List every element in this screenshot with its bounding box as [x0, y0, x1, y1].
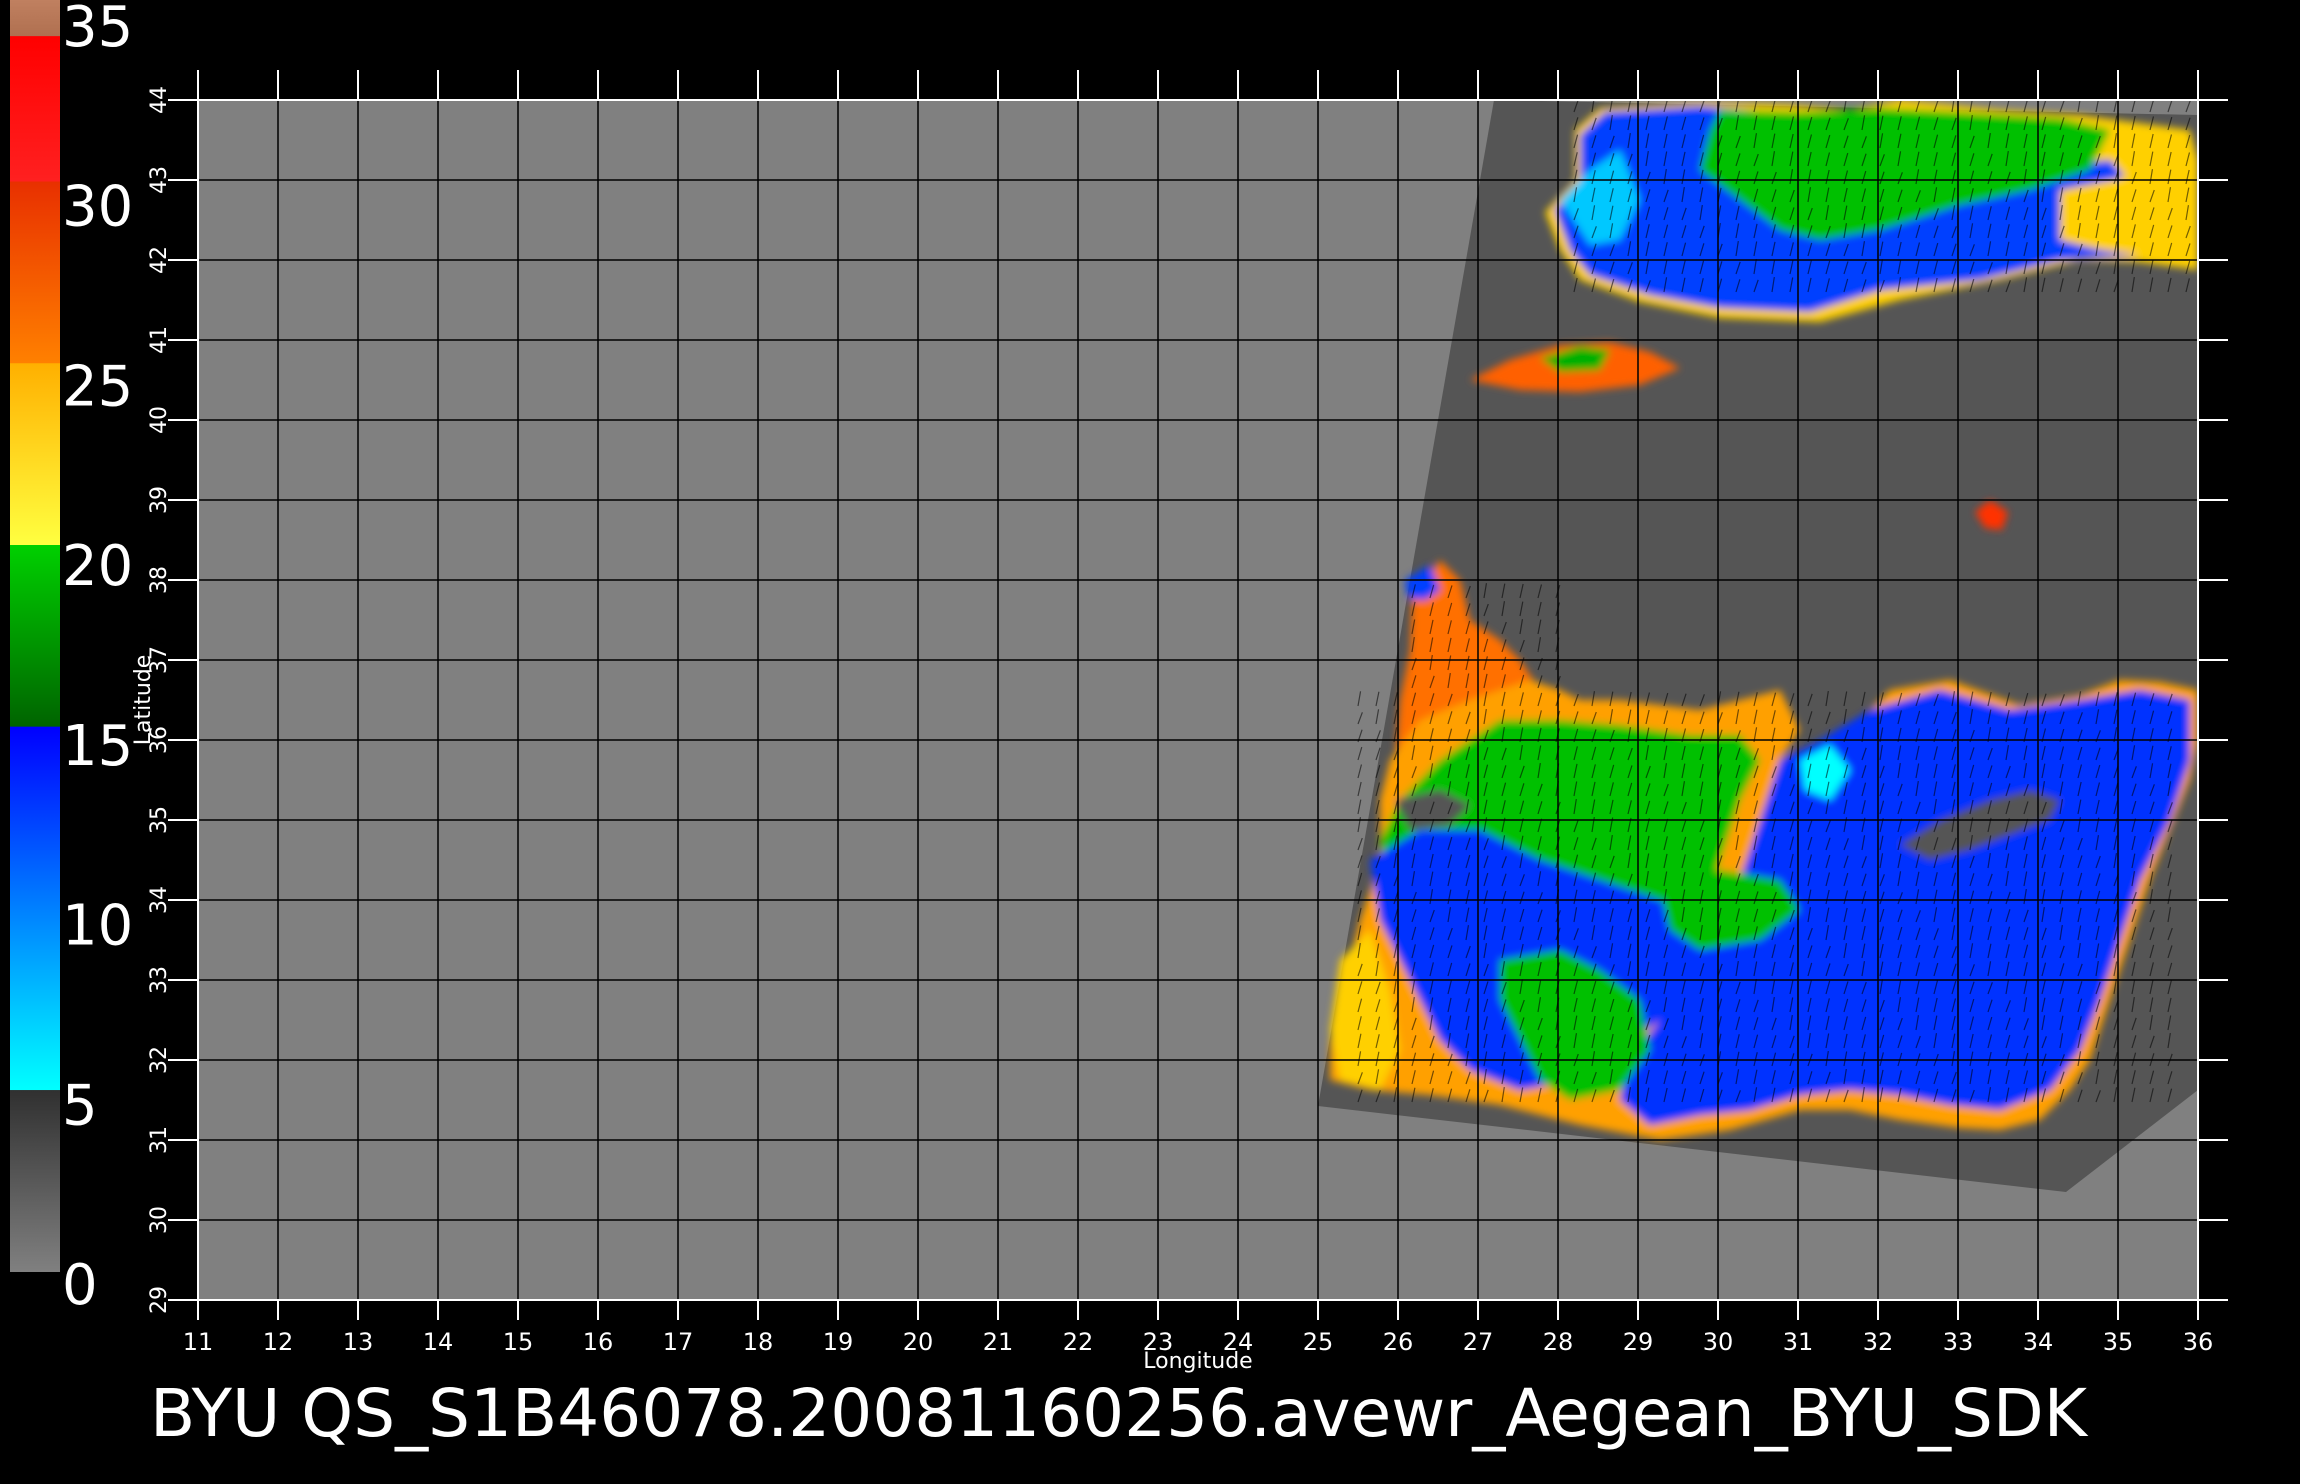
latitude-tick-label: 39 [147, 486, 172, 514]
latitude-tick-label: 38 [147, 566, 172, 594]
latitude-tick-label: 44 [147, 86, 172, 114]
latitude-tick-label: 43 [147, 166, 172, 194]
longitude-tick-label: 14 [423, 1328, 454, 1356]
longitude-tick-label: 20 [903, 1328, 934, 1356]
colorbar-label: 20 [62, 534, 133, 599]
colorbar: 35 30 25 20 15 10 5 0 [10, 0, 133, 1318]
longitude-tick-label: 26 [1383, 1328, 1414, 1356]
latitude-tick-label: 34 [147, 886, 172, 914]
longitude-tick-label: 29 [1623, 1328, 1654, 1356]
latitude-tick-label: 30 [147, 1206, 172, 1234]
longitude-tick-label: 30 [1703, 1328, 1734, 1356]
colorbar-label: 25 [62, 354, 133, 419]
latitude-tick-label: 32 [147, 1046, 172, 1074]
latitude-tick-label: 42 [147, 246, 172, 274]
colorbar-label: 35 [62, 0, 133, 60]
longitude-tick-label: 22 [1063, 1328, 1094, 1356]
scatterometer-wind-map-figure: 35 30 25 20 15 10 5 0 11 12 13 14 15 16 … [0, 0, 2300, 1480]
latitude-tick-label: 41 [147, 326, 172, 354]
longitude-tick-label: 31 [1783, 1328, 1814, 1356]
longitude-tick-label: 16 [583, 1328, 614, 1356]
longitude-tick-label: 12 [263, 1328, 294, 1356]
longitude-tick-label: 33 [1943, 1328, 1974, 1356]
longitude-tick-label: 32 [1863, 1328, 1894, 1356]
latitude-tick-label: 29 [147, 1286, 172, 1314]
colorbar-label: 0 [62, 1253, 98, 1318]
longitude-tick-label: 34 [2023, 1328, 2054, 1356]
figure-canvas: 35 30 25 20 15 10 5 0 11 12 13 14 15 16 17 18 1… [10, 0, 2228, 1452]
longitude-tick-label: 28 [1543, 1328, 1574, 1356]
longitude-tick-label: 17 [663, 1328, 694, 1356]
latitude-tick-label: 35 [147, 806, 172, 834]
colorbar-label: 5 [62, 1073, 98, 1138]
x-axis-label: Longitude [1143, 1349, 1252, 1374]
colorbar-label: 15 [62, 714, 133, 779]
longitude-tick-label: 11 [183, 1328, 214, 1356]
colorbar-label: 30 [62, 175, 133, 240]
longitude-tick-label: 19 [823, 1328, 854, 1356]
longitude-tick-label: 13 [343, 1328, 374, 1356]
longitude-tick-label: 18 [743, 1328, 774, 1356]
longitude-tick-label: 25 [1303, 1328, 1334, 1356]
latitude-tick-label: 33 [147, 966, 172, 994]
longitude-tick-label: 15 [503, 1328, 534, 1356]
colorbar-tick-labels: 35 30 25 20 15 10 5 0 [62, 0, 133, 1318]
longitude-tick-label: 27 [1463, 1328, 1494, 1356]
colorbar-gradient [10, 0, 60, 1272]
map-panel: 11 12 13 14 15 16 17 18 19 20 21 22 23 24 25 26 27 28 29 30… [131, 70, 2228, 1374]
y-axis-label: Latitude [131, 655, 156, 746]
latitude-tick-label: 31 [147, 1126, 172, 1154]
longitude-tick-label: 36 [2183, 1328, 2214, 1356]
colorbar-label: 10 [62, 894, 133, 959]
figure-caption: BYU QS_S1B46078.20081160256.avewr_Aegean… [150, 1375, 2089, 1452]
latitude-tick-label: 40 [147, 406, 172, 434]
longitude-tick-label: 35 [2103, 1328, 2134, 1356]
longitude-tick-label: 21 [983, 1328, 1014, 1356]
